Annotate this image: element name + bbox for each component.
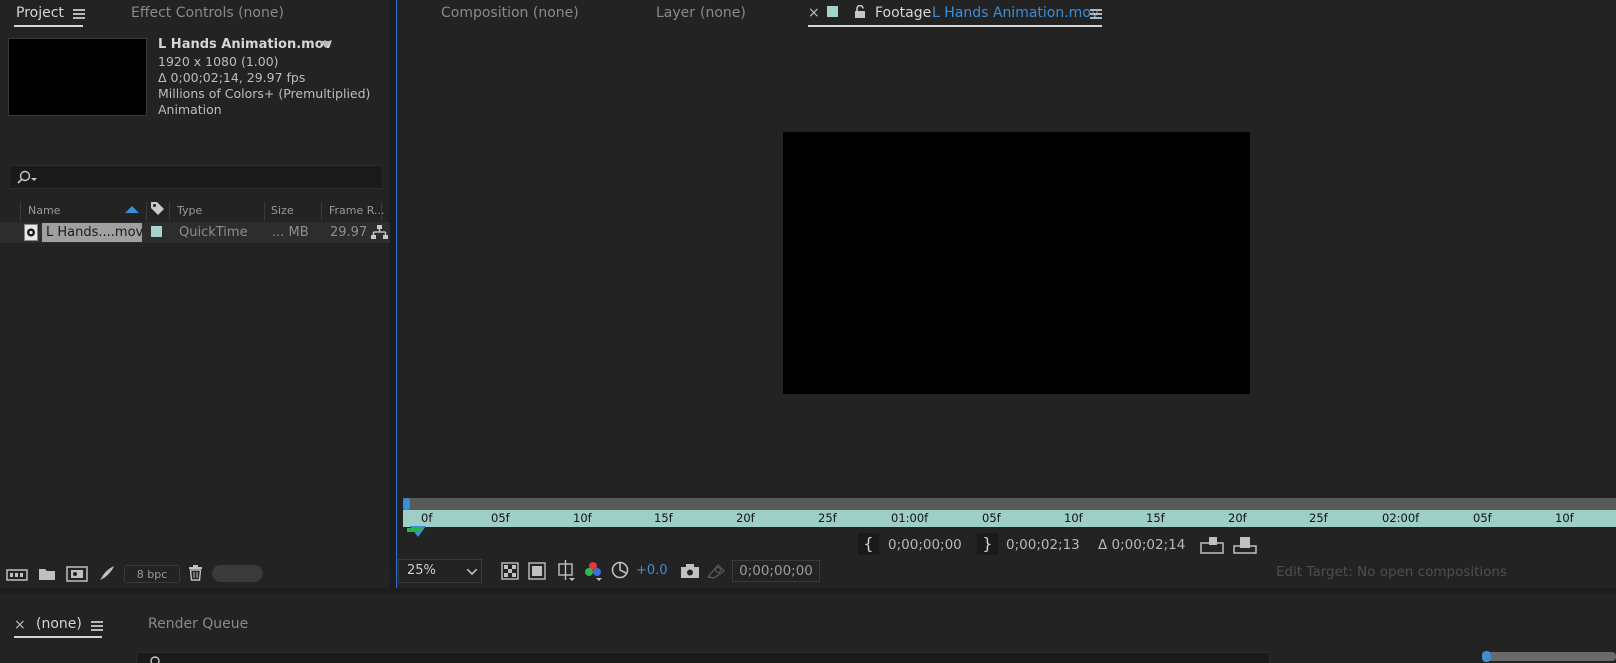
footage-file-icon <box>24 224 38 241</box>
close-tab-icon[interactable]: × <box>14 617 26 633</box>
brush-icon[interactable] <box>98 565 116 581</box>
ruler-tick: 20f <box>1228 511 1247 525</box>
ruler-tick: 0f <box>421 511 433 525</box>
timeline-zoom-slider[interactable] <box>1482 652 1616 661</box>
out-point-time[interactable]: 0;00;02;13 <box>1006 537 1080 553</box>
tab-footage-name[interactable]: L Hands Animation.mov <box>932 5 1099 21</box>
label-color-swatch[interactable] <box>151 226 162 237</box>
tab-timeline-underline <box>14 636 102 638</box>
column-separator <box>169 202 170 220</box>
channel-icon[interactable] <box>583 560 603 582</box>
trash-icon[interactable] <box>188 565 203 581</box>
search-icon <box>17 170 37 184</box>
column-header-type[interactable]: Type <box>177 204 202 217</box>
timeline-search-input[interactable] <box>136 652 1270 663</box>
column-separator <box>381 202 382 220</box>
chevron-down-icon <box>467 569 477 575</box>
in-point-time[interactable]: 0;00;00;00 <box>888 537 962 553</box>
show-snapshot-icon[interactable] <box>706 562 726 579</box>
footage-info-name: L Hands Animation.mov <box>158 37 333 52</box>
footage-info-codec: Animation <box>158 102 222 117</box>
cache-indicator <box>407 528 422 532</box>
lock-open-icon[interactable] <box>854 5 866 18</box>
footage-thumbnail <box>8 38 147 116</box>
playhead-handle[interactable] <box>403 498 410 510</box>
footage-viewer-canvas[interactable] <box>783 132 1250 394</box>
tab-effect-controls[interactable]: Effect Controls (none) <box>131 5 284 21</box>
column-header-name[interactable]: Name <box>28 204 60 217</box>
thumbnail-size-slider[interactable] <box>212 565 263 582</box>
work-area-bar[interactable] <box>403 498 1616 510</box>
item-size: ... MB <box>272 225 309 240</box>
ruler-tick: 25f <box>818 511 837 525</box>
region-of-interest-icon[interactable] <box>555 560 577 582</box>
ruler-tick: 10f <box>573 511 592 525</box>
sort-ascending-icon[interactable] <box>125 206 139 213</box>
transparency-grid-icon[interactable] <box>501 562 519 580</box>
item-name[interactable]: L Hands....mov <box>42 223 143 242</box>
zoom-select[interactable]: 25% <box>398 559 482 583</box>
tab-layer[interactable]: Layer <box>656 5 695 21</box>
flowchart-icon[interactable] <box>371 224 388 240</box>
zoom-value: 25% <box>407 563 436 578</box>
edit-target-label: Edit Target: No open compositions <box>1276 564 1508 580</box>
exposure-reset-icon[interactable] <box>611 561 629 579</box>
ruler-tick: 05f <box>982 511 1001 525</box>
timeline-panel-menu-icon[interactable] <box>91 621 103 631</box>
column-separator <box>20 202 21 220</box>
timeline-zoom-knob[interactable] <box>1482 651 1491 662</box>
item-frame-rate: 29.97 <box>330 225 368 240</box>
label-tag-icon[interactable] <box>150 201 165 216</box>
tab-footage[interactable]: Footage <box>875 5 931 21</box>
ruler-tick: 15f <box>654 511 673 525</box>
column-separator <box>146 202 147 220</box>
ripple-insert-edit-icon[interactable] <box>1200 536 1224 554</box>
mask-visibility-icon[interactable] <box>528 562 546 580</box>
ruler-tick: 01:00f <box>891 511 929 525</box>
ruler-tick: 10f <box>1064 511 1083 525</box>
footage-info-color-depth: Millions of Colors+ (Premultiplied) <box>158 86 371 101</box>
close-tab-icon[interactable]: × <box>808 5 820 21</box>
ruler-tick: 05f <box>1473 511 1492 525</box>
tab-layer-value[interactable]: (none) <box>700 5 746 21</box>
tab-render-queue[interactable]: Render Queue <box>148 616 248 632</box>
ruler-tick: 10f <box>1555 511 1574 525</box>
column-header-frame-rate[interactable]: Frame R... <box>329 204 385 217</box>
new-folder-icon[interactable] <box>38 566 56 581</box>
tab-timeline-none[interactable]: (none) <box>36 616 82 632</box>
ruler-tick: 05f <box>491 511 510 525</box>
camera-icon[interactable] <box>680 563 700 579</box>
column-separator <box>321 202 322 220</box>
tab-project-underline <box>14 25 83 27</box>
project-panel-menu-icon[interactable] <box>73 9 85 19</box>
chevron-down-icon[interactable] <box>320 41 331 49</box>
column-header-size[interactable]: Size <box>271 204 294 217</box>
tab-footage-underline <box>808 25 1102 27</box>
overlay-edit-icon[interactable] <box>1233 536 1257 554</box>
ruler-tick: 20f <box>736 511 755 525</box>
ruler-tick: 15f <box>1146 511 1165 525</box>
interpret-footage-icon[interactable] <box>6 566 28 582</box>
item-type: QuickTime <box>179 225 248 240</box>
exposure-value[interactable]: +0.0 <box>636 563 668 578</box>
current-time-display[interactable]: 0;00;00;00 <box>732 560 820 582</box>
project-search-input[interactable] <box>9 165 383 189</box>
ruler-tick: 02:00f <box>1382 511 1420 525</box>
ruler-tick: 25f <box>1309 511 1328 525</box>
set-out-point-button[interactable]: } <box>977 533 998 555</box>
viewer-panel-menu-icon[interactable] <box>1090 9 1102 19</box>
footage-info-resolution: 1920 x 1080 (1.00) <box>158 54 279 69</box>
set-in-point-button[interactable]: { <box>858 533 879 555</box>
footage-label-swatch <box>827 6 838 17</box>
search-icon <box>150 656 160 663</box>
footage-info-duration: Δ 0;00;02;14, 29.97 fps <box>158 70 306 85</box>
bit-depth-button[interactable]: 8 bpc <box>124 565 180 583</box>
new-composition-icon[interactable] <box>66 565 88 582</box>
duration-time: Δ 0;00;02;14 <box>1098 537 1186 553</box>
tab-project[interactable]: Project <box>16 5 64 21</box>
tab-composition[interactable]: Composition (none) <box>441 5 579 21</box>
column-separator <box>264 202 265 220</box>
